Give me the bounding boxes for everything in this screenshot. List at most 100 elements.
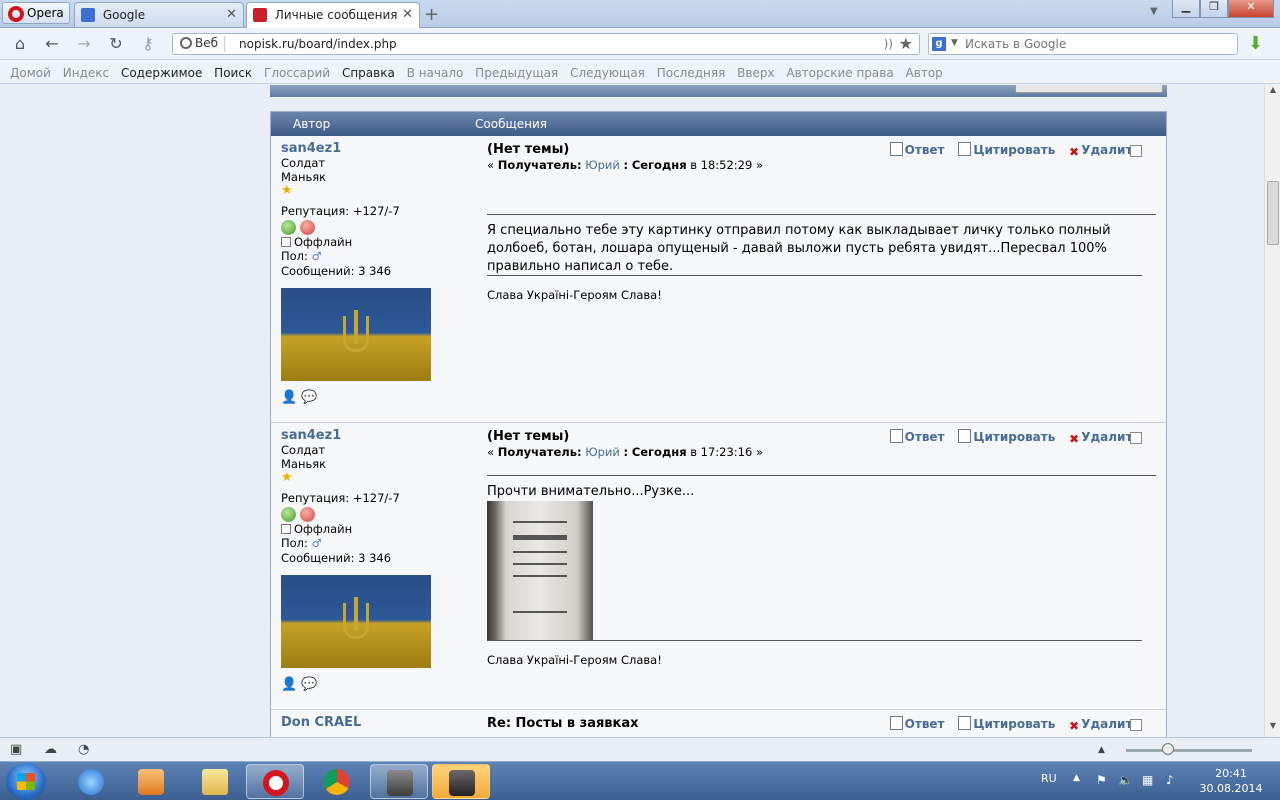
rss-icon[interactable]: )) [884,37,893,51]
reply-button[interactable]: Ответ [905,717,945,731]
select-checkbox[interactable] [1130,719,1142,731]
quote-button[interactable]: Цитировать [973,143,1055,157]
action-center-flag-icon[interactable]: ⚑ [1096,773,1107,787]
nav-link-copyright[interactable]: Авторские права [786,66,893,80]
zoom-slider[interactable] [1126,749,1252,752]
scroll-up-icon[interactable]: ▲ [1265,85,1280,101]
restore-icon[interactable]: ❐ [1200,0,1228,18]
nav-link-author[interactable]: Автор [906,66,943,80]
private-message-icon[interactable]: 💬 [301,390,317,405]
attached-book-image[interactable] [487,501,593,641]
taskbar-game-center[interactable] [432,764,490,799]
vertical-scrollbar[interactable]: ▲ ▼ [1264,85,1280,737]
quote-button[interactable]: Цитировать [973,717,1055,731]
minimize-icon[interactable]: ▁ [1172,0,1200,18]
quote-icon[interactable] [958,429,972,443]
recipient-link[interactable]: Юрий [585,158,620,172]
web-badge[interactable]: Веб [177,36,226,52]
delete-icon[interactable]: ✖ [1069,719,1079,733]
nav-link-index[interactable]: Индекс [63,66,109,80]
back-icon[interactable]: ← [40,34,64,54]
nav-link-home[interactable]: Домой [10,66,51,80]
tray-chevron-up-icon[interactable]: ▲ [1073,773,1080,783]
forward-icon[interactable]: → [72,34,96,54]
quote-button[interactable]: Цитировать [973,430,1055,444]
reputation-down-icon[interactable] [300,220,315,235]
reputation-up-icon[interactable] [281,220,296,235]
search-engine-chevron-down-icon[interactable]: ▼ [951,38,958,48]
window-close-icon[interactable]: ✕ [1228,0,1274,18]
delete-selected-button[interactable] [1015,85,1163,93]
nav-link-contents[interactable]: Содержимое [121,66,202,80]
close-icon[interactable]: ✕ [226,7,237,22]
zoom-menu-chevron-up-icon[interactable]: ▲ [1098,745,1105,755]
nav-link-top[interactable]: В начало [407,66,464,80]
reply-button[interactable]: Ответ [905,143,945,157]
nav-link-next[interactable]: Следующая [570,66,645,80]
nav-link-previous[interactable]: Предыдущая [475,66,558,80]
speaker-icon[interactable]: ♪ [1166,773,1174,787]
reply-icon[interactable] [889,716,903,730]
key-icon[interactable]: ⚷ [136,34,160,54]
delete-icon[interactable]: ✖ [1069,145,1079,159]
bookmark-star-icon[interactable]: ★ [899,34,913,53]
panel-toggle-icon[interactable]: ▣ [10,742,22,757]
profile-icon[interactable]: 👤 [281,677,297,692]
author-name-link[interactable]: Don CRAEL [281,716,471,730]
taskbar-chrome[interactable] [308,764,366,799]
search-field[interactable]: g ▼ [928,33,1238,55]
delete-icon[interactable]: ✖ [1069,432,1079,446]
reply-button[interactable]: Ответ [905,430,945,444]
system-clock[interactable]: 20:41 30.08.2014 [1196,766,1266,796]
nav-link-last[interactable]: Последняя [657,66,726,80]
reply-icon[interactable] [889,142,903,156]
taskbar-explorer[interactable] [186,764,244,799]
keyboard-language[interactable]: RU [1041,772,1057,785]
select-checkbox[interactable] [1130,432,1142,444]
home-icon[interactable]: ⌂ [8,34,32,54]
private-message-icon[interactable]: 💬 [301,677,317,692]
profile-icon[interactable]: 👤 [281,390,297,405]
taskbar-media-player[interactable] [122,764,180,799]
new-tab-icon[interactable]: + [424,4,439,25]
author-name-link[interactable]: san4ez1 [281,142,471,156]
recipient-link[interactable]: Юрий [585,445,620,459]
reload-icon[interactable]: ↻ [104,34,128,54]
tab-menu-chevron-down-icon[interactable]: ▼ [1150,6,1158,17]
url-text[interactable]: nopisk.ru/board/index.php [239,37,397,51]
nav-link-glossary[interactable]: Глоссарий [264,66,330,80]
quote-icon[interactable] [958,716,972,730]
nav-link-up[interactable]: Вверх [737,66,774,80]
taskbar-world-of-tanks[interactable] [370,764,428,799]
scroll-down-icon[interactable]: ▼ [1265,721,1280,737]
reputation-down-icon[interactable] [300,507,315,522]
tab-google[interactable]: Google ✕ [74,2,244,27]
cloud-sync-icon[interactable]: ☁ [44,742,57,757]
nav-link-search[interactable]: Поиск [214,66,252,80]
start-button[interactable] [6,763,46,800]
select-checkbox[interactable] [1130,145,1142,157]
url-field[interactable]: Веб nopisk.ru/board/index.php )) ★ [172,33,920,55]
reply-icon[interactable] [889,429,903,443]
message-time: в 18:52:29 » [690,158,764,172]
opera-menu-button[interactable]: Opera [2,2,70,24]
quote-icon[interactable] [958,142,972,156]
taskbar-internet-explorer[interactable] [62,764,120,799]
speed-dial-icon[interactable]: ◔ [78,742,89,757]
network-icon[interactable]: ▦ [1142,773,1153,787]
reputation-up-icon[interactable] [281,507,296,522]
zoom-slider-handle[interactable] [1162,743,1174,755]
message-time: в 17:23:16 » [690,445,764,459]
search-input[interactable] [965,36,1225,52]
globe-icon [180,37,192,49]
nav-link-help[interactable]: Справка [342,66,395,80]
close-icon[interactable]: ✕ [402,7,413,22]
taskbar-opera[interactable] [246,764,304,799]
volume-icon[interactable]: 🔈 [1118,773,1133,787]
scrollbar-thumb[interactable] [1267,181,1279,245]
author-name-link[interactable]: san4ez1 [281,429,471,443]
google-search-icon[interactable]: g [932,37,946,51]
tab-private-messages[interactable]: Личные сообщения ✕ [246,2,420,28]
message-row: Don CRAEL Re: Посты в заявках Ответ Цити… [271,710,1166,737]
download-icon[interactable]: ⬇ [1248,33,1268,54]
